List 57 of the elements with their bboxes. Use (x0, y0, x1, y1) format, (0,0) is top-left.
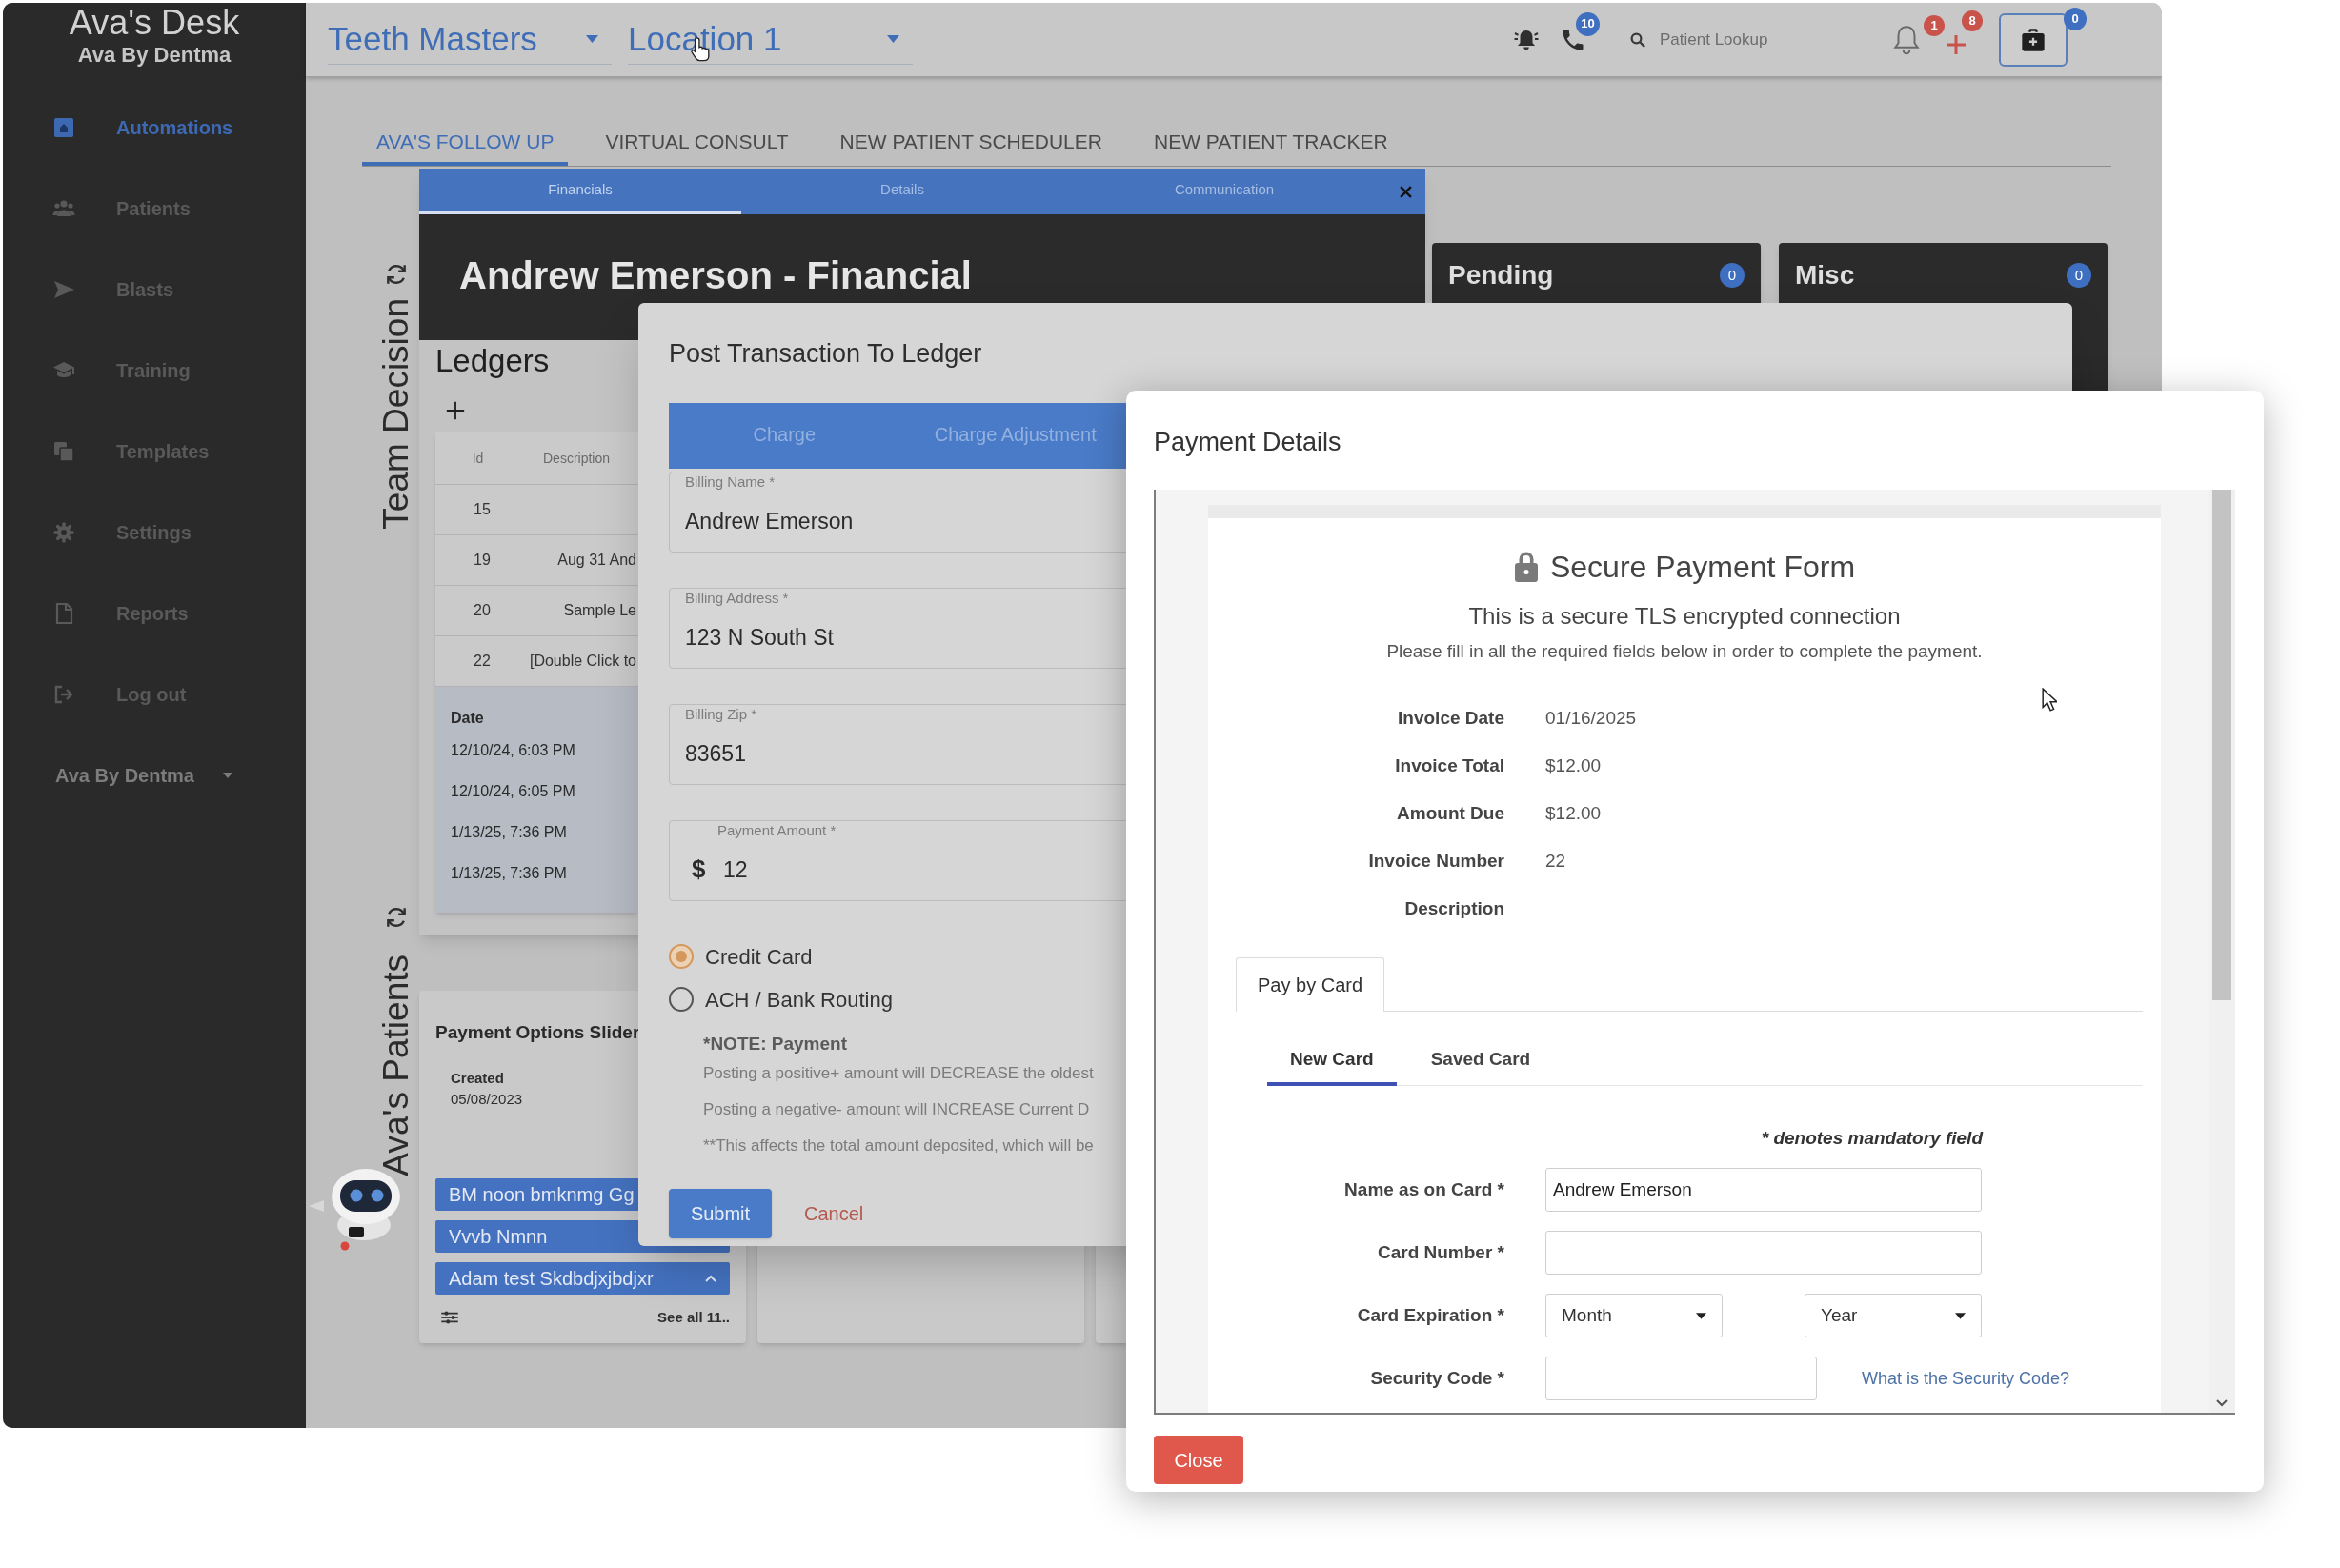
count-badge: 1 (1924, 14, 1945, 36)
table-cell: 22 (435, 636, 514, 686)
count-badge: 0 (2067, 263, 2091, 288)
column-title: Misc (1795, 259, 1855, 291)
field-label: Name as on Card * (1344, 1178, 1504, 1199)
form-title: Secure Payment Form (1549, 549, 1856, 586)
table-cell-text: 1/13/25, 7:36 PM (451, 864, 568, 883)
field-value: 01/16/2025 (1545, 708, 1637, 728)
app-title: Ava's Desk (69, 5, 240, 41)
table-cell-text: 12/10/24, 6:05 PM (451, 782, 576, 801)
column-header: Description (542, 449, 611, 468)
table-cell: 15 (435, 485, 514, 534)
count-badge: 8 (1962, 10, 1983, 31)
table-cell-text: Aug 31 And (556, 551, 637, 570)
table-cell-text: 12/10/24, 6:03 PM (451, 741, 576, 760)
field-label: Card Expiration * (1357, 1304, 1504, 1325)
form-subtitle: This is a secure TLS encrypted connection (1468, 602, 1901, 631)
field-value: $12.00 (1545, 755, 1602, 775)
table-cell: 20 (435, 586, 514, 635)
field-value: $12.00 (1545, 803, 1602, 823)
note-text: Posting a negative- amount will INCREASE Current D (703, 1099, 1091, 1120)
column-header: Date (451, 709, 485, 728)
note-text: **This affects the total amount deposited, which will be (703, 1136, 1094, 1156)
field-value: 05/08/2023 (450, 1090, 524, 1109)
field-value: 22 (1545, 851, 1566, 871)
column-header: Id (471, 449, 485, 468)
table-cell: 19 (435, 535, 514, 585)
dialog-title: Payment Details (1154, 427, 1341, 458)
field-label: Description (1404, 898, 1504, 918)
table-cell-text: 1/13/25, 7:36 PM (451, 823, 568, 842)
field-label: Amount Due (1397, 803, 1504, 823)
window-title: Andrew Emerson - Financial (459, 253, 972, 298)
note-title: *NOTE: Payment (703, 1033, 848, 1055)
field-label: Invoice Date (1398, 708, 1504, 728)
form-instructions: Please fill in all the required fields below in order to complete the payment. (1386, 640, 1983, 663)
field-label: Invoice Total (1395, 755, 1504, 775)
count-badge: 10 (1576, 11, 1600, 36)
row-label: Team Decision (376, 298, 416, 530)
count-badge: 0 (2064, 7, 2087, 30)
field-label: Billing Name * (685, 474, 776, 490)
table-cell-text: Sample Le (562, 601, 637, 620)
field-label: Card Number * (1377, 1241, 1504, 1262)
table-cell-text: [Double Click to (528, 652, 637, 671)
app-subtitle: Ava By Dentma (77, 42, 232, 69)
field-label: Billing Zip * (685, 707, 757, 722)
section-title: Ledgers (435, 342, 550, 380)
note-text: Posting a positive+ amount will DECREASE the oldest (703, 1063, 1094, 1084)
mandatory-note: * denotes mandatory field (1761, 1128, 1983, 1148)
field-label: Security Code * (1370, 1367, 1504, 1388)
field-label: Billing Address * (685, 591, 789, 606)
field-label: Payment Amount * (717, 823, 837, 838)
dialog-title: Post Transaction To Ledger (669, 338, 982, 370)
currency-symbol: $ (692, 854, 706, 884)
count-badge: 0 (1720, 263, 1745, 288)
row-label: Ava's Patients (376, 955, 416, 1176)
field-label: Invoice Number (1368, 851, 1504, 871)
column-title: Pending (1448, 259, 1554, 291)
